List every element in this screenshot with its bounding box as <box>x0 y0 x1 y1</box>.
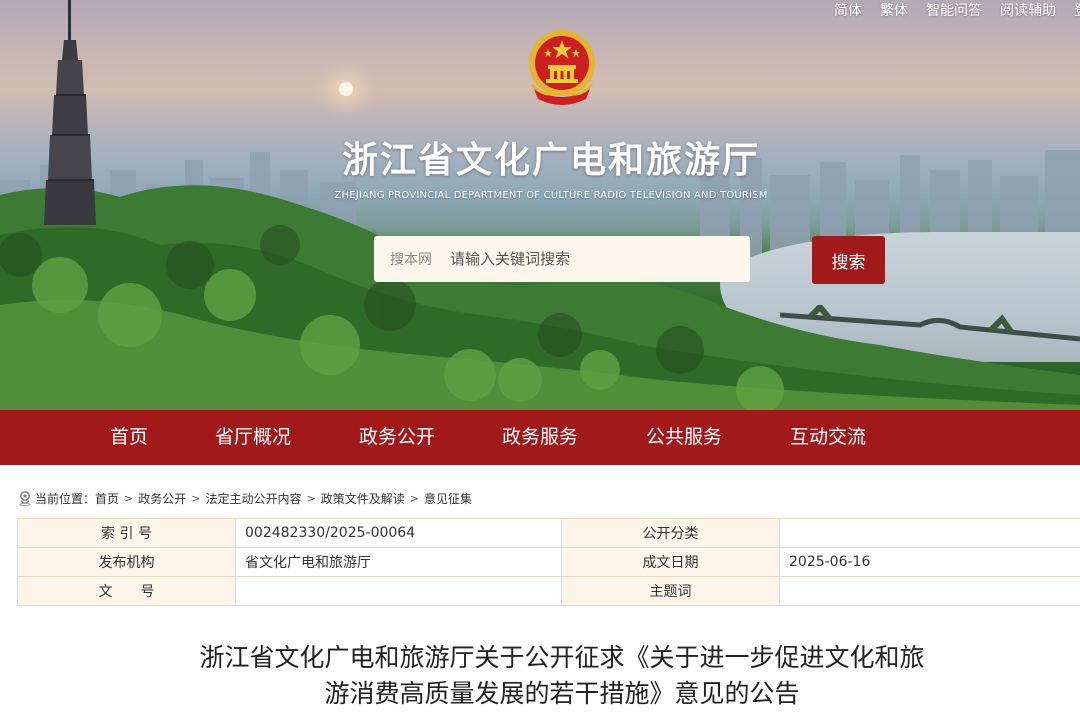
breadcrumb-separator: > <box>306 491 316 505</box>
top-utility-bar: 简体 繁体 智能问答 阅读辅助 登 <box>834 0 1080 20</box>
breadcrumb-separator: > <box>409 491 419 505</box>
breadcrumb-prefix: 当前位置： <box>35 491 96 506</box>
article-title-line-2: 游消费高质量发展的若干措施》意见的公告 <box>324 679 800 708</box>
table-row: 索 引 号 002482330/2025-00064 公开分类 <box>17 518 1080 548</box>
date-label: 成文日期 <box>561 547 780 577</box>
login-link[interactable]: 登 <box>1074 0 1080 20</box>
nav-item-interaction[interactable]: 互动交流 <box>768 410 888 465</box>
search-button[interactable]: 搜索 <box>812 236 885 284</box>
location-pin-icon <box>19 491 31 506</box>
search-input[interactable] <box>450 236 750 282</box>
nav-item-home[interactable]: 首页 <box>69 410 189 465</box>
search-scope-label[interactable]: 搜本网 <box>374 249 450 269</box>
publisher-label: 发布机构 <box>17 547 236 577</box>
index-number-label: 索 引 号 <box>17 518 236 548</box>
article-title-line-1: 浙江省文化广电和旅游厅关于公开征求《关于进一步促进文化和旅 <box>199 643 925 672</box>
document-number-label: 文 号 <box>17 576 236 606</box>
breadcrumb-item-gov-affairs[interactable]: 政务公开 <box>138 490 186 507</box>
sun-decoration <box>339 82 353 96</box>
breadcrumb-item-policy-docs[interactable]: 政策文件及解读 <box>321 490 405 507</box>
publisher-value: 省文化广电和旅游厅 <box>235 547 562 577</box>
category-value <box>779 518 1080 548</box>
table-row: 发布机构 省文化广电和旅游厅 成文日期 2025-06-16 <box>17 547 1080 577</box>
article-title: 浙江省文化广电和旅游厅关于公开征求《关于进一步促进文化和旅 游消费高质量发展的若… <box>0 640 1080 712</box>
reading-aid-link[interactable]: 阅读辅助 <box>1000 0 1056 20</box>
subject-value <box>779 576 1080 606</box>
document-number-value <box>235 576 562 606</box>
breadcrumb-separator: > <box>191 491 201 505</box>
breadcrumb-item-solicitation[interactable]: 意见征集 <box>424 490 472 507</box>
breadcrumb: 当前位置： 首页 > 政务公开 > 法定主动公开内容 > 政策文件及解读 > 意… <box>18 489 472 507</box>
header-banner: 浙江省文化广电和旅游厅 ZHEJIANG PROVINCIAL DEPARTME… <box>0 0 1080 410</box>
green-hills-decoration <box>0 185 1080 410</box>
simplified-chinese-link[interactable]: 简体 <box>834 0 862 20</box>
site-title: 浙江省文化广电和旅游厅 <box>341 140 760 181</box>
date-value: 2025-06-16 <box>779 547 1080 577</box>
search-box: 搜本网 <box>374 236 750 282</box>
main-nav: 首页 省厅概况 政务公开 政务服务 公共服务 互动交流 <box>0 410 1080 465</box>
nav-item-public-services[interactable]: 公共服务 <box>624 410 744 465</box>
nav-item-gov-affairs[interactable]: 政务公开 <box>337 410 457 465</box>
table-row: 文 号 主题词 <box>17 576 1080 606</box>
breadcrumb-item-statutory[interactable]: 法定主动公开内容 <box>205 490 301 507</box>
traditional-chinese-link[interactable]: 繁体 <box>880 0 908 20</box>
document-info-table: 索 引 号 002482330/2025-00064 公开分类 发布机构 省文化… <box>17 518 1080 606</box>
site-subtitle: ZHEJIANG PROVINCIAL DEPARTMENT OF CULTUR… <box>334 190 768 201</box>
smart-qa-link[interactable]: 智能问答 <box>926 0 982 20</box>
breadcrumb-separator: > <box>124 491 134 505</box>
nav-item-overview[interactable]: 省厅概况 <box>193 410 313 465</box>
index-number-value: 002482330/2025-00064 <box>235 518 562 548</box>
breadcrumb-item-home[interactable]: 首页 <box>95 490 119 507</box>
national-emblem-icon <box>529 30 595 105</box>
nav-item-gov-services[interactable]: 政务服务 <box>480 410 600 465</box>
category-label: 公开分类 <box>561 518 780 548</box>
subject-label: 主题词 <box>561 576 780 606</box>
